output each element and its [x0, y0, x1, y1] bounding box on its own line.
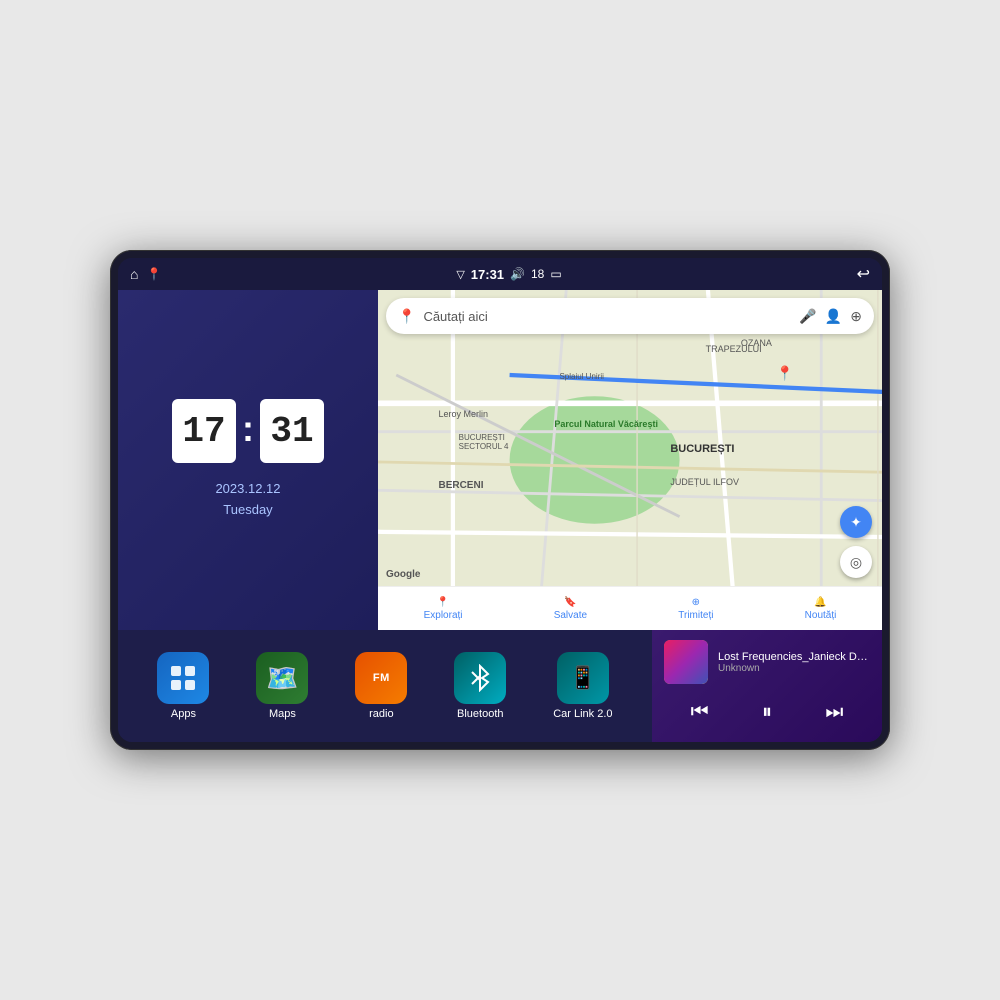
news-label: Noutăți [805, 610, 837, 621]
map-contribute-tab[interactable]: ⊕ Trimiteți [678, 597, 713, 621]
radio-label: radio [369, 708, 393, 720]
volume-icon: 🔊 [510, 267, 525, 281]
app-apps[interactable]: Apps [157, 652, 209, 720]
clock-date: 2023.12.12 Tuesday [215, 479, 280, 521]
apps-bar: Apps 🗺️ Maps FM radio [118, 630, 652, 742]
battery-level: 18 [531, 267, 544, 281]
map-explore-tab[interactable]: 📍 Explorați [424, 597, 463, 621]
music-artist: Unknown [718, 663, 870, 674]
music-info: Lost Frequencies_Janieck Devy-... Unknow… [664, 640, 870, 684]
music-text: Lost Frequencies_Janieck Devy-... Unknow… [718, 651, 870, 674]
music-thumbnail-image [664, 640, 708, 684]
mic-icon[interactable]: 🎤 [799, 308, 816, 325]
berceni-label: BERCENI [438, 480, 483, 491]
carlink-label: Car Link 2.0 [553, 708, 612, 720]
music-play-button[interactable]: ⏸ [754, 697, 780, 728]
top-section: 17 : 31 2023.12.12 Tuesday [118, 290, 882, 630]
carlink-icon: 📱 [557, 652, 609, 704]
status-time: 17:31 [471, 267, 504, 282]
saved-icon: 🔖 [564, 597, 576, 608]
car-head-unit: ⌂ 📍 ▽ 17:31 🔊 18 ▭ ↩ 17 [110, 250, 890, 750]
map-panel[interactable]: Parcul Natural Văcărești Leroy Merlin BU… [378, 290, 882, 630]
app-carlink[interactable]: 📱 Car Link 2.0 [553, 652, 612, 720]
maps-label: Maps [269, 708, 296, 720]
map-search-text[interactable]: Căutați aici [423, 309, 791, 324]
apps-label: Apps [171, 708, 196, 720]
clock-display: 17 : 31 [172, 399, 324, 463]
music-thumbnail [664, 640, 708, 684]
contribute-icon: ⊕ [692, 597, 700, 608]
bluetooth-label: Bluetooth [457, 708, 503, 720]
map-saved-tab[interactable]: 🔖 Salvate [554, 597, 587, 621]
clock-minute: 31 [260, 399, 324, 463]
bucharest-label: BUCUREȘTI [670, 443, 734, 455]
explore-label: Explorați [424, 610, 463, 621]
park-label: Parcul Natural Văcărești [554, 419, 658, 429]
status-bar: ⌂ 📍 ▽ 17:31 🔊 18 ▭ ↩ [118, 258, 882, 290]
status-left-icons: ⌂ 📍 [130, 266, 161, 282]
ozana-label: OZANA [741, 338, 772, 348]
sector4-label: BUCUREȘTISECTORUL 4 [459, 433, 509, 451]
main-content: 17 : 31 2023.12.12 Tuesday [118, 290, 882, 742]
radio-icon: FM [355, 652, 407, 704]
map-red-pin: 📍 [776, 365, 793, 382]
google-logo: Google [386, 569, 420, 580]
maps-icon: 🗺️ [256, 652, 308, 704]
clock-colon: : [242, 408, 254, 450]
battery-icon: ▭ [550, 267, 561, 281]
layers-icon[interactable]: ⊕ [850, 308, 862, 325]
ilfov-label: JUDEȚUL ILFOV [670, 477, 739, 487]
app-bluetooth[interactable]: Bluetooth [454, 652, 506, 720]
home-icon[interactable]: ⌂ [130, 266, 138, 282]
account-icon[interactable]: 👤 [825, 308, 842, 325]
signal-icon: ▽ [456, 268, 464, 281]
app-maps[interactable]: 🗺️ Maps [256, 652, 308, 720]
music-next-button[interactable]: ⏭ [817, 697, 851, 728]
app-radio[interactable]: FM radio [355, 652, 407, 720]
map-search-bar[interactable]: 📍 Căutați aici 🎤 👤 ⊕ [386, 298, 874, 334]
news-icon: 🔔 [814, 597, 826, 608]
clock-panel: 17 : 31 2023.12.12 Tuesday [118, 290, 378, 630]
status-right-icons: ↩ [857, 264, 870, 284]
music-title: Lost Frequencies_Janieck Devy-... [718, 651, 870, 663]
map-search-actions: 🎤 👤 ⊕ [799, 308, 862, 325]
bottom-section: Apps 🗺️ Maps FM radio [118, 630, 882, 742]
map-news-tab[interactable]: 🔔 Noutăți [805, 597, 837, 621]
screen: ⌂ 📍 ▽ 17:31 🔊 18 ▭ ↩ 17 [118, 258, 882, 742]
saved-label: Salvate [554, 610, 587, 621]
bluetooth-icon [454, 652, 506, 704]
music-controls: ⏮ ⏸ ⏭ [664, 693, 870, 732]
maps-shortcut-icon[interactable]: 📍 [146, 267, 161, 281]
leroy-label: Leroy Merlin [438, 409, 488, 419]
status-center: ▽ 17:31 🔊 18 ▭ [456, 267, 561, 282]
explore-icon: 📍 [437, 597, 449, 608]
music-panel: Lost Frequencies_Janieck Devy-... Unknow… [652, 630, 882, 742]
splaiulunirii-label: Splaiul Unirii [559, 372, 603, 381]
clock-hour: 17 [172, 399, 236, 463]
apps-icon [157, 652, 209, 704]
contribute-label: Trimiteți [678, 610, 713, 621]
map-compass-button[interactable]: ✦ [840, 506, 872, 538]
map-bottom-bar: 📍 Explorați 🔖 Salvate ⊕ Trimiteți 🔔 [378, 586, 882, 630]
map-background [378, 290, 882, 630]
map-location-button[interactable]: ◎ [840, 546, 872, 578]
maps-pin-icon: 📍 [398, 308, 415, 325]
back-icon[interactable]: ↩ [857, 264, 870, 284]
music-prev-button[interactable]: ⏮ [683, 697, 717, 728]
